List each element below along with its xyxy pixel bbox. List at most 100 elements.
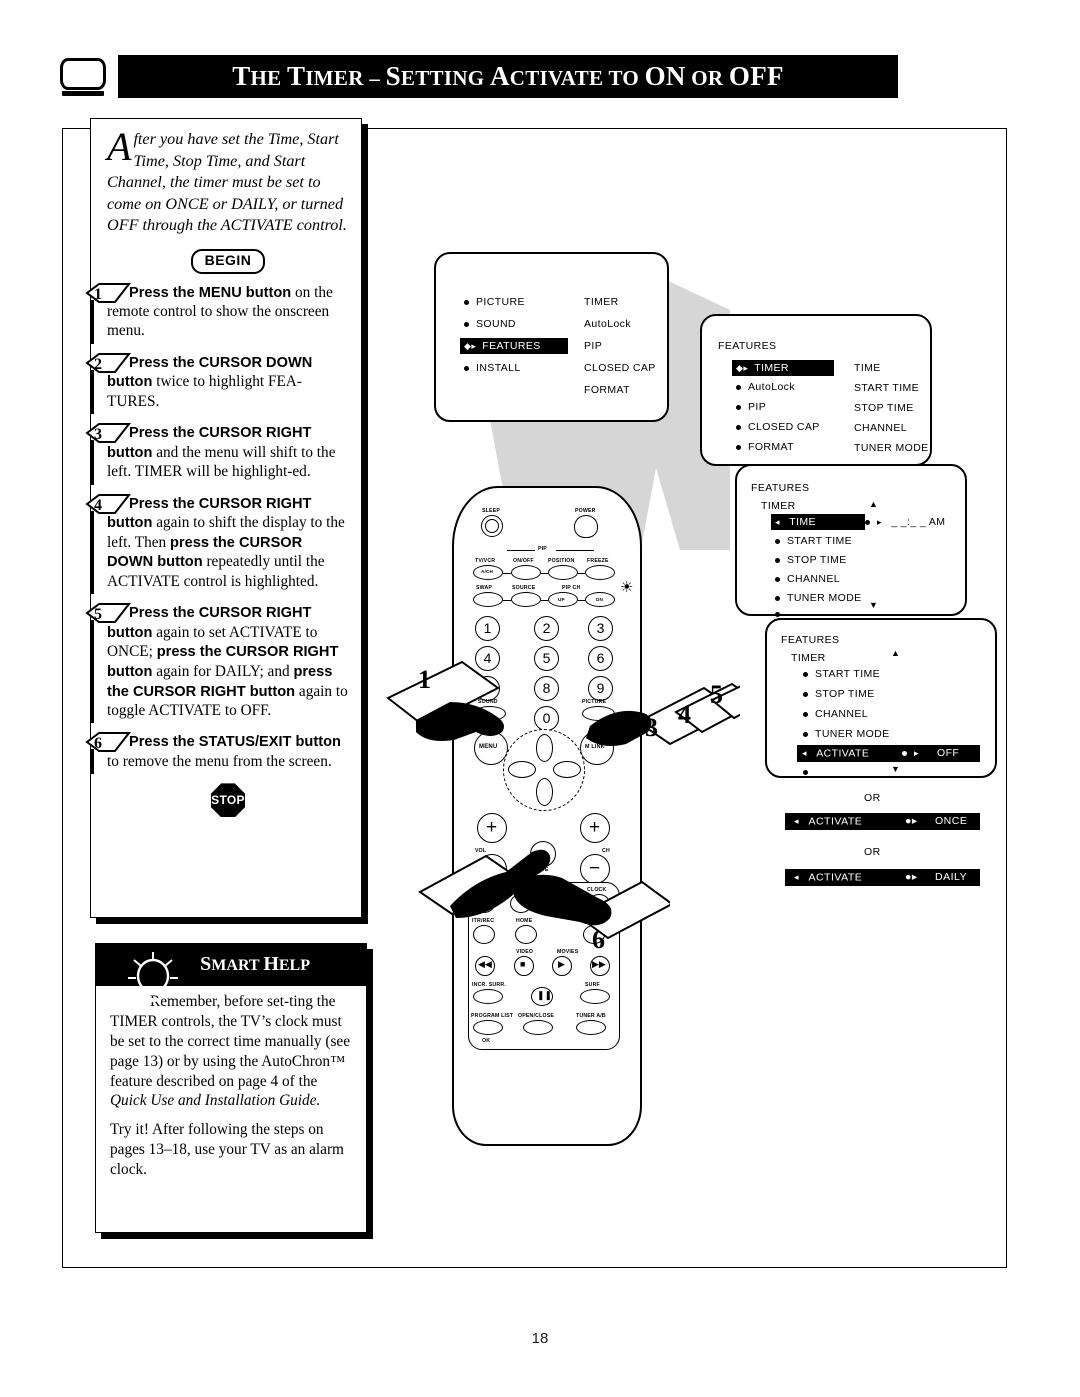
osd3-left-1: START TIME <box>787 535 853 547</box>
step-text-5: Press the CURSOR RIGHT button again to s… <box>107 605 348 720</box>
button-digit-4[interactable]: 4 <box>475 646 500 671</box>
cursor-left-icon: ◂ <box>802 748 807 758</box>
step-6: 6 Press the STATUS/EXIT button to remove … <box>85 732 349 775</box>
svg-text:6: 6 <box>94 735 102 752</box>
button-digit-8[interactable]: 8 <box>534 676 559 701</box>
label-position: POSITION <box>548 558 575 564</box>
button-pip-onoff[interactable] <box>511 565 541 580</box>
button-vol-down[interactable] <box>477 854 507 884</box>
lightbulb-icon <box>128 952 178 1003</box>
step-number-badge-6: 6 <box>85 731 131 753</box>
osd2-left-2: PIP <box>748 401 767 413</box>
label-home: HOME <box>516 918 533 924</box>
step-rule <box>91 620 95 724</box>
step-rule <box>91 299 95 344</box>
button-incr-surr[interactable] <box>473 989 503 1004</box>
smart-help-paragraph-2: Try it! After following the steps on pag… <box>110 1121 344 1178</box>
step-rule <box>91 369 95 415</box>
osd1-left-2: FEATURES <box>482 340 541 352</box>
button-pip-position[interactable] <box>548 565 578 580</box>
button-power[interactable] <box>574 515 598 538</box>
label-vol: VOL <box>475 848 487 854</box>
label-freeze: FREEZE <box>587 558 609 564</box>
svg-text:2: 2 <box>94 356 102 373</box>
step-text-3: Press the CURSOR RIGHT button and the me… <box>107 425 336 481</box>
button-source2[interactable] <box>473 894 495 913</box>
step-text-6: Press the STATUS/EXIT button to remove t… <box>107 734 341 770</box>
button-source[interactable] <box>511 592 541 607</box>
svg-text:4: 4 <box>94 497 102 514</box>
osd2-left-3: CLOSED CAP <box>748 421 820 433</box>
step-2: 2 Press the CURSOR DOWN button twice to h… <box>85 352 349 415</box>
cursor-up-button[interactable] <box>536 734 553 762</box>
label-status-exit: STATUS/EXIT <box>508 887 544 893</box>
osd1-right-0: TIMER <box>584 296 619 308</box>
osd3-left-0: TIME <box>789 516 816 528</box>
button-mute[interactable] <box>530 841 556 867</box>
button-surf[interactable] <box>580 989 610 1004</box>
step-rule <box>91 440 95 485</box>
button-picture[interactable] <box>582 706 615 721</box>
begin-label: BEGIN <box>190 248 266 274</box>
steps-panel: After you have set the Time, Start Time,… <box>85 118 362 918</box>
button-cc[interactable] <box>550 894 572 913</box>
intro-paragraph: After you have set the Time, Start Time,… <box>107 127 349 237</box>
osd4-left-1: STOP TIME <box>815 688 875 700</box>
button-status-exit[interactable] <box>510 894 532 913</box>
button-program-list[interactable] <box>473 1020 503 1035</box>
label-menu: MENU <box>479 744 498 750</box>
label-cc: CC <box>557 887 565 893</box>
smart-help-panel: SMART HELP Remember, before set-ting the… <box>95 943 367 1233</box>
button-tuner-ab[interactable] <box>576 1020 606 1035</box>
cursor-left-icon: ◂ <box>794 872 800 882</box>
osd1-left-0: PICTURE <box>476 296 525 308</box>
callout-number-4: 4 <box>678 700 691 729</box>
button-swap[interactable] <box>473 592 503 607</box>
button-digit-6[interactable]: 6 <box>588 646 613 671</box>
osd2-right-1: START TIME <box>854 382 920 394</box>
cursor-right-icon: ●▸ <box>905 815 918 827</box>
step-4: 4 Press the CURSOR RIGHT button again to … <box>85 493 349 595</box>
button-open-close[interactable] <box>523 1020 553 1035</box>
button-digit-9[interactable]: 9 <box>588 676 613 701</box>
smart-help-guide-title: Quick Use and Installation Guide. <box>110 1092 321 1110</box>
osd2-right-3: CHANNEL <box>854 422 907 434</box>
pause-icon: ❚❚ <box>537 990 553 1000</box>
button-digit-7[interactable]: 7 <box>475 676 500 701</box>
osd-timer-menu: FEATURES TIMER ▲ ◂ TIME START TIME STOP … <box>735 464 967 617</box>
cursor-down-button[interactable] <box>536 778 553 806</box>
label-surf: SURF <box>585 982 600 988</box>
button-digit-1[interactable]: 1 <box>475 616 500 641</box>
cursor-right-button[interactable] <box>553 761 581 778</box>
button-freeze[interactable] <box>585 565 615 580</box>
button-clock[interactable] <box>588 894 610 913</box>
osd3-scroll-up-icon: ▲ <box>869 499 879 509</box>
label-personal: PERSONAL <box>578 918 609 924</box>
button-digit-0[interactable]: 0 <box>534 706 559 731</box>
step-text-1: Press the MENU button on the remote cont… <box>107 283 333 340</box>
callout-number-5: 5 <box>710 680 723 709</box>
button-digit-2[interactable]: 2 <box>534 616 559 641</box>
step-number-badge-4: 4 <box>85 493 131 514</box>
fastforward-icon: ▶▶ <box>592 959 606 969</box>
osd3-left-2: STOP TIME <box>787 554 847 566</box>
osd2-left-4: FORMAT <box>748 441 794 453</box>
cursor-right-icon: ◆▸ <box>736 363 749 374</box>
button-sound[interactable] <box>473 706 506 721</box>
button-home[interactable] <box>515 925 537 944</box>
svg-text:5: 5 <box>94 606 102 623</box>
button-itr-rec[interactable] <box>473 925 495 944</box>
osd1-right-1: AutoLock <box>584 318 631 330</box>
light-icon: ☀ <box>620 580 634 596</box>
osd2-left-1: AutoLock <box>748 381 795 393</box>
button-digit-5[interactable]: 5 <box>534 646 559 671</box>
callout-number-3: 3 <box>645 713 658 742</box>
osd3-scroll-down-icon: ▼ <box>869 600 879 610</box>
label-sleep: SLEEP <box>482 508 501 514</box>
activate-once-value: ONCE <box>935 815 968 827</box>
cursor-left-icon: ◂ <box>794 816 800 826</box>
osd2-right-2: STOP TIME <box>854 402 914 414</box>
label-dn: DN <box>596 597 604 602</box>
cursor-left-button[interactable] <box>508 761 536 778</box>
button-digit-3[interactable]: 3 <box>588 616 613 641</box>
